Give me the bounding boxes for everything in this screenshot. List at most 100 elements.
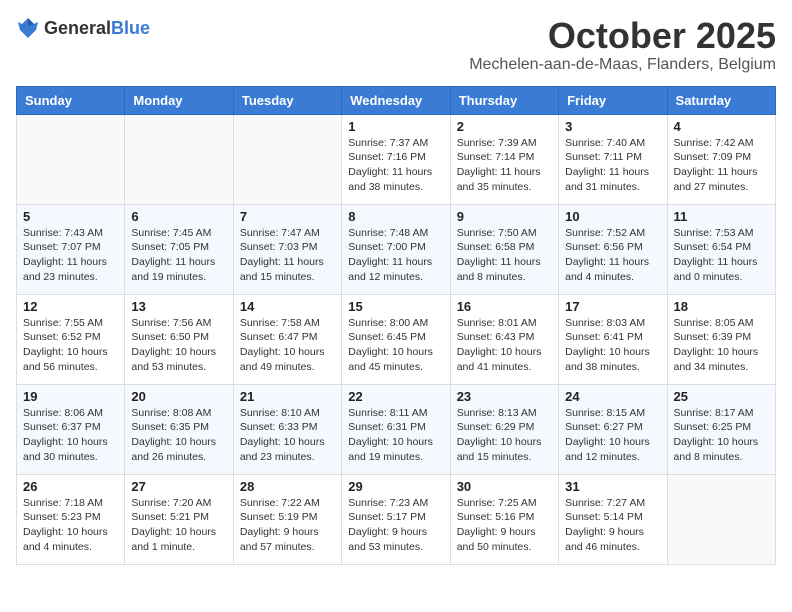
table-row: 19 Sunrise: 8:06 AM Sunset: 6:37 PM Dayli… xyxy=(17,384,125,474)
day-info: Sunrise: 8:11 AM Sunset: 6:31 PM Dayligh… xyxy=(348,406,443,465)
day-info: Sunrise: 8:01 AM Sunset: 6:43 PM Dayligh… xyxy=(457,316,552,375)
day-number: 25 xyxy=(674,389,769,404)
table-row xyxy=(233,114,341,204)
table-row: 3 Sunrise: 7:40 AM Sunset: 7:11 PM Daylig… xyxy=(559,114,667,204)
table-row: 15Sunrise: 8:00 AM Sunset: 6:45 PM Dayli… xyxy=(342,294,450,384)
page-header: GeneralBlue October 2025 Mechelen-aan-de… xyxy=(16,16,776,74)
location-title: Mechelen-aan-de-Maas, Flanders, Belgium xyxy=(469,56,776,74)
table-row: 8Sunrise: 7:48 AM Sunset: 7:00 PM Daylig… xyxy=(342,204,450,294)
week-row-2: 5 Sunrise: 7:43 AM Sunset: 7:07 PM Daylig… xyxy=(17,204,776,294)
table-row: 6Sunrise: 7:45 AM Sunset: 7:05 PM Daylig… xyxy=(125,204,233,294)
day-number: 29 xyxy=(348,479,443,494)
header-saturday: Saturday xyxy=(667,86,775,114)
table-row: 2 Sunrise: 7:39 AM Sunset: 7:14 PM Daylig… xyxy=(450,114,558,204)
day-number: 11 xyxy=(674,209,769,224)
header-friday: Friday xyxy=(559,86,667,114)
day-info: Sunrise: 7:40 AM Sunset: 7:11 PM Dayligh… xyxy=(565,136,660,195)
day-info: Sunrise: 8:10 AM Sunset: 6:33 PM Dayligh… xyxy=(240,406,335,465)
week-row-3: 12 Sunrise: 7:55 AM Sunset: 6:52 PM Dayli… xyxy=(17,294,776,384)
calendar: Sunday Monday Tuesday Wednesday Thursday… xyxy=(16,86,776,565)
day-number: 19 xyxy=(23,389,118,404)
table-row: 12 Sunrise: 7:55 AM Sunset: 6:52 PM Dayli… xyxy=(17,294,125,384)
day-info: Sunrise: 7:47 AM Sunset: 7:03 PM Dayligh… xyxy=(240,226,335,285)
table-row: 23Sunrise: 8:13 AM Sunset: 6:29 PM Dayli… xyxy=(450,384,558,474)
day-number: 12 xyxy=(23,299,118,314)
header-tuesday: Tuesday xyxy=(233,86,341,114)
day-number: 4 xyxy=(674,119,769,134)
table-row: 14 Sunrise: 7:58 AM Sunset: 6:47 PM Dayli… xyxy=(233,294,341,384)
table-row: 7 Sunrise: 7:47 AM Sunset: 7:03 PM Daylig… xyxy=(233,204,341,294)
day-info: Sunrise: 8:06 AM Sunset: 6:37 PM Dayligh… xyxy=(23,406,118,465)
table-row: 11 Sunrise: 7:53 AM Sunset: 6:54 PM Dayli… xyxy=(667,204,775,294)
day-info: Sunrise: 7:25 AM Sunset: 5:16 PM Dayligh… xyxy=(457,496,552,555)
day-number: 18 xyxy=(674,299,769,314)
day-number: 2 xyxy=(457,119,552,134)
logo-general: General xyxy=(44,18,111,38)
table-row: 13Sunrise: 7:56 AM Sunset: 6:50 PM Dayli… xyxy=(125,294,233,384)
day-info: Sunrise: 7:52 AM Sunset: 6:56 PM Dayligh… xyxy=(565,226,660,285)
title-section: October 2025 Mechelen-aan-de-Maas, Fland… xyxy=(469,16,776,74)
header-monday: Monday xyxy=(125,86,233,114)
day-info: Sunrise: 8:15 AM Sunset: 6:27 PM Dayligh… xyxy=(565,406,660,465)
table-row: 5 Sunrise: 7:43 AM Sunset: 7:07 PM Daylig… xyxy=(17,204,125,294)
header-sunday: Sunday xyxy=(17,86,125,114)
day-info: Sunrise: 7:37 AM Sunset: 7:16 PM Dayligh… xyxy=(348,136,443,195)
day-number: 3 xyxy=(565,119,660,134)
week-row-5: 26Sunrise: 7:18 AM Sunset: 5:23 PM Dayli… xyxy=(17,474,776,564)
table-row: 24Sunrise: 8:15 AM Sunset: 6:27 PM Dayli… xyxy=(559,384,667,474)
day-info: Sunrise: 8:00 AM Sunset: 6:45 PM Dayligh… xyxy=(348,316,443,375)
table-row: 31 Sunrise: 7:27 AM Sunset: 5:14 PM Dayli… xyxy=(559,474,667,564)
weekday-header-row: Sunday Monday Tuesday Wednesday Thursday… xyxy=(17,86,776,114)
table-row: 1 Sunrise: 7:37 AM Sunset: 7:16 PM Daylig… xyxy=(342,114,450,204)
table-row: 27Sunrise: 7:20 AM Sunset: 5:21 PM Dayli… xyxy=(125,474,233,564)
day-number: 31 xyxy=(565,479,660,494)
table-row: 30 Sunrise: 7:25 AM Sunset: 5:16 PM Dayli… xyxy=(450,474,558,564)
day-info: Sunrise: 7:56 AM Sunset: 6:50 PM Dayligh… xyxy=(131,316,226,375)
day-info: Sunrise: 8:17 AM Sunset: 6:25 PM Dayligh… xyxy=(674,406,769,465)
day-number: 5 xyxy=(23,209,118,224)
day-info: Sunrise: 8:05 AM Sunset: 6:39 PM Dayligh… xyxy=(674,316,769,375)
day-number: 10 xyxy=(565,209,660,224)
table-row: 16 Sunrise: 8:01 AM Sunset: 6:43 PM Dayli… xyxy=(450,294,558,384)
day-number: 1 xyxy=(348,119,443,134)
table-row: 28Sunrise: 7:22 AM Sunset: 5:19 PM Dayli… xyxy=(233,474,341,564)
day-info: Sunrise: 7:39 AM Sunset: 7:14 PM Dayligh… xyxy=(457,136,552,195)
week-row-1: 1 Sunrise: 7:37 AM Sunset: 7:16 PM Daylig… xyxy=(17,114,776,204)
day-info: Sunrise: 8:03 AM Sunset: 6:41 PM Dayligh… xyxy=(565,316,660,375)
logo: GeneralBlue xyxy=(16,16,150,40)
month-title: October 2025 xyxy=(469,16,776,56)
table-row xyxy=(125,114,233,204)
day-info: Sunrise: 7:45 AM Sunset: 7:05 PM Dayligh… xyxy=(131,226,226,285)
day-number: 8 xyxy=(348,209,443,224)
day-number: 17 xyxy=(565,299,660,314)
day-number: 7 xyxy=(240,209,335,224)
day-info: Sunrise: 7:22 AM Sunset: 5:19 PM Dayligh… xyxy=(240,496,335,555)
table-row: 22 Sunrise: 8:11 AM Sunset: 6:31 PM Dayli… xyxy=(342,384,450,474)
table-row: 17 Sunrise: 8:03 AM Sunset: 6:41 PM Dayli… xyxy=(559,294,667,384)
day-info: Sunrise: 7:20 AM Sunset: 5:21 PM Dayligh… xyxy=(131,496,226,555)
day-info: Sunrise: 7:53 AM Sunset: 6:54 PM Dayligh… xyxy=(674,226,769,285)
day-number: 22 xyxy=(348,389,443,404)
table-row: 9Sunrise: 7:50 AM Sunset: 6:58 PM Daylig… xyxy=(450,204,558,294)
logo-icon xyxy=(16,16,40,40)
table-row xyxy=(17,114,125,204)
day-number: 16 xyxy=(457,299,552,314)
week-row-4: 19 Sunrise: 8:06 AM Sunset: 6:37 PM Dayli… xyxy=(17,384,776,474)
table-row: 20Sunrise: 8:08 AM Sunset: 6:35 PM Dayli… xyxy=(125,384,233,474)
day-info: Sunrise: 7:18 AM Sunset: 5:23 PM Dayligh… xyxy=(23,496,118,555)
day-info: Sunrise: 7:58 AM Sunset: 6:47 PM Dayligh… xyxy=(240,316,335,375)
logo-blue: Blue xyxy=(111,18,150,38)
day-info: Sunrise: 7:50 AM Sunset: 6:58 PM Dayligh… xyxy=(457,226,552,285)
table-row xyxy=(667,474,775,564)
table-row: 29Sunrise: 7:23 AM Sunset: 5:17 PM Dayli… xyxy=(342,474,450,564)
day-info: Sunrise: 8:13 AM Sunset: 6:29 PM Dayligh… xyxy=(457,406,552,465)
day-number: 14 xyxy=(240,299,335,314)
table-row: 18 Sunrise: 8:05 AM Sunset: 6:39 PM Dayli… xyxy=(667,294,775,384)
day-info: Sunrise: 7:27 AM Sunset: 5:14 PM Dayligh… xyxy=(565,496,660,555)
day-info: Sunrise: 7:55 AM Sunset: 6:52 PM Dayligh… xyxy=(23,316,118,375)
day-number: 30 xyxy=(457,479,552,494)
table-row: 26Sunrise: 7:18 AM Sunset: 5:23 PM Dayli… xyxy=(17,474,125,564)
header-wednesday: Wednesday xyxy=(342,86,450,114)
table-row: 25 Sunrise: 8:17 AM Sunset: 6:25 PM Dayli… xyxy=(667,384,775,474)
day-info: Sunrise: 7:43 AM Sunset: 7:07 PM Dayligh… xyxy=(23,226,118,285)
